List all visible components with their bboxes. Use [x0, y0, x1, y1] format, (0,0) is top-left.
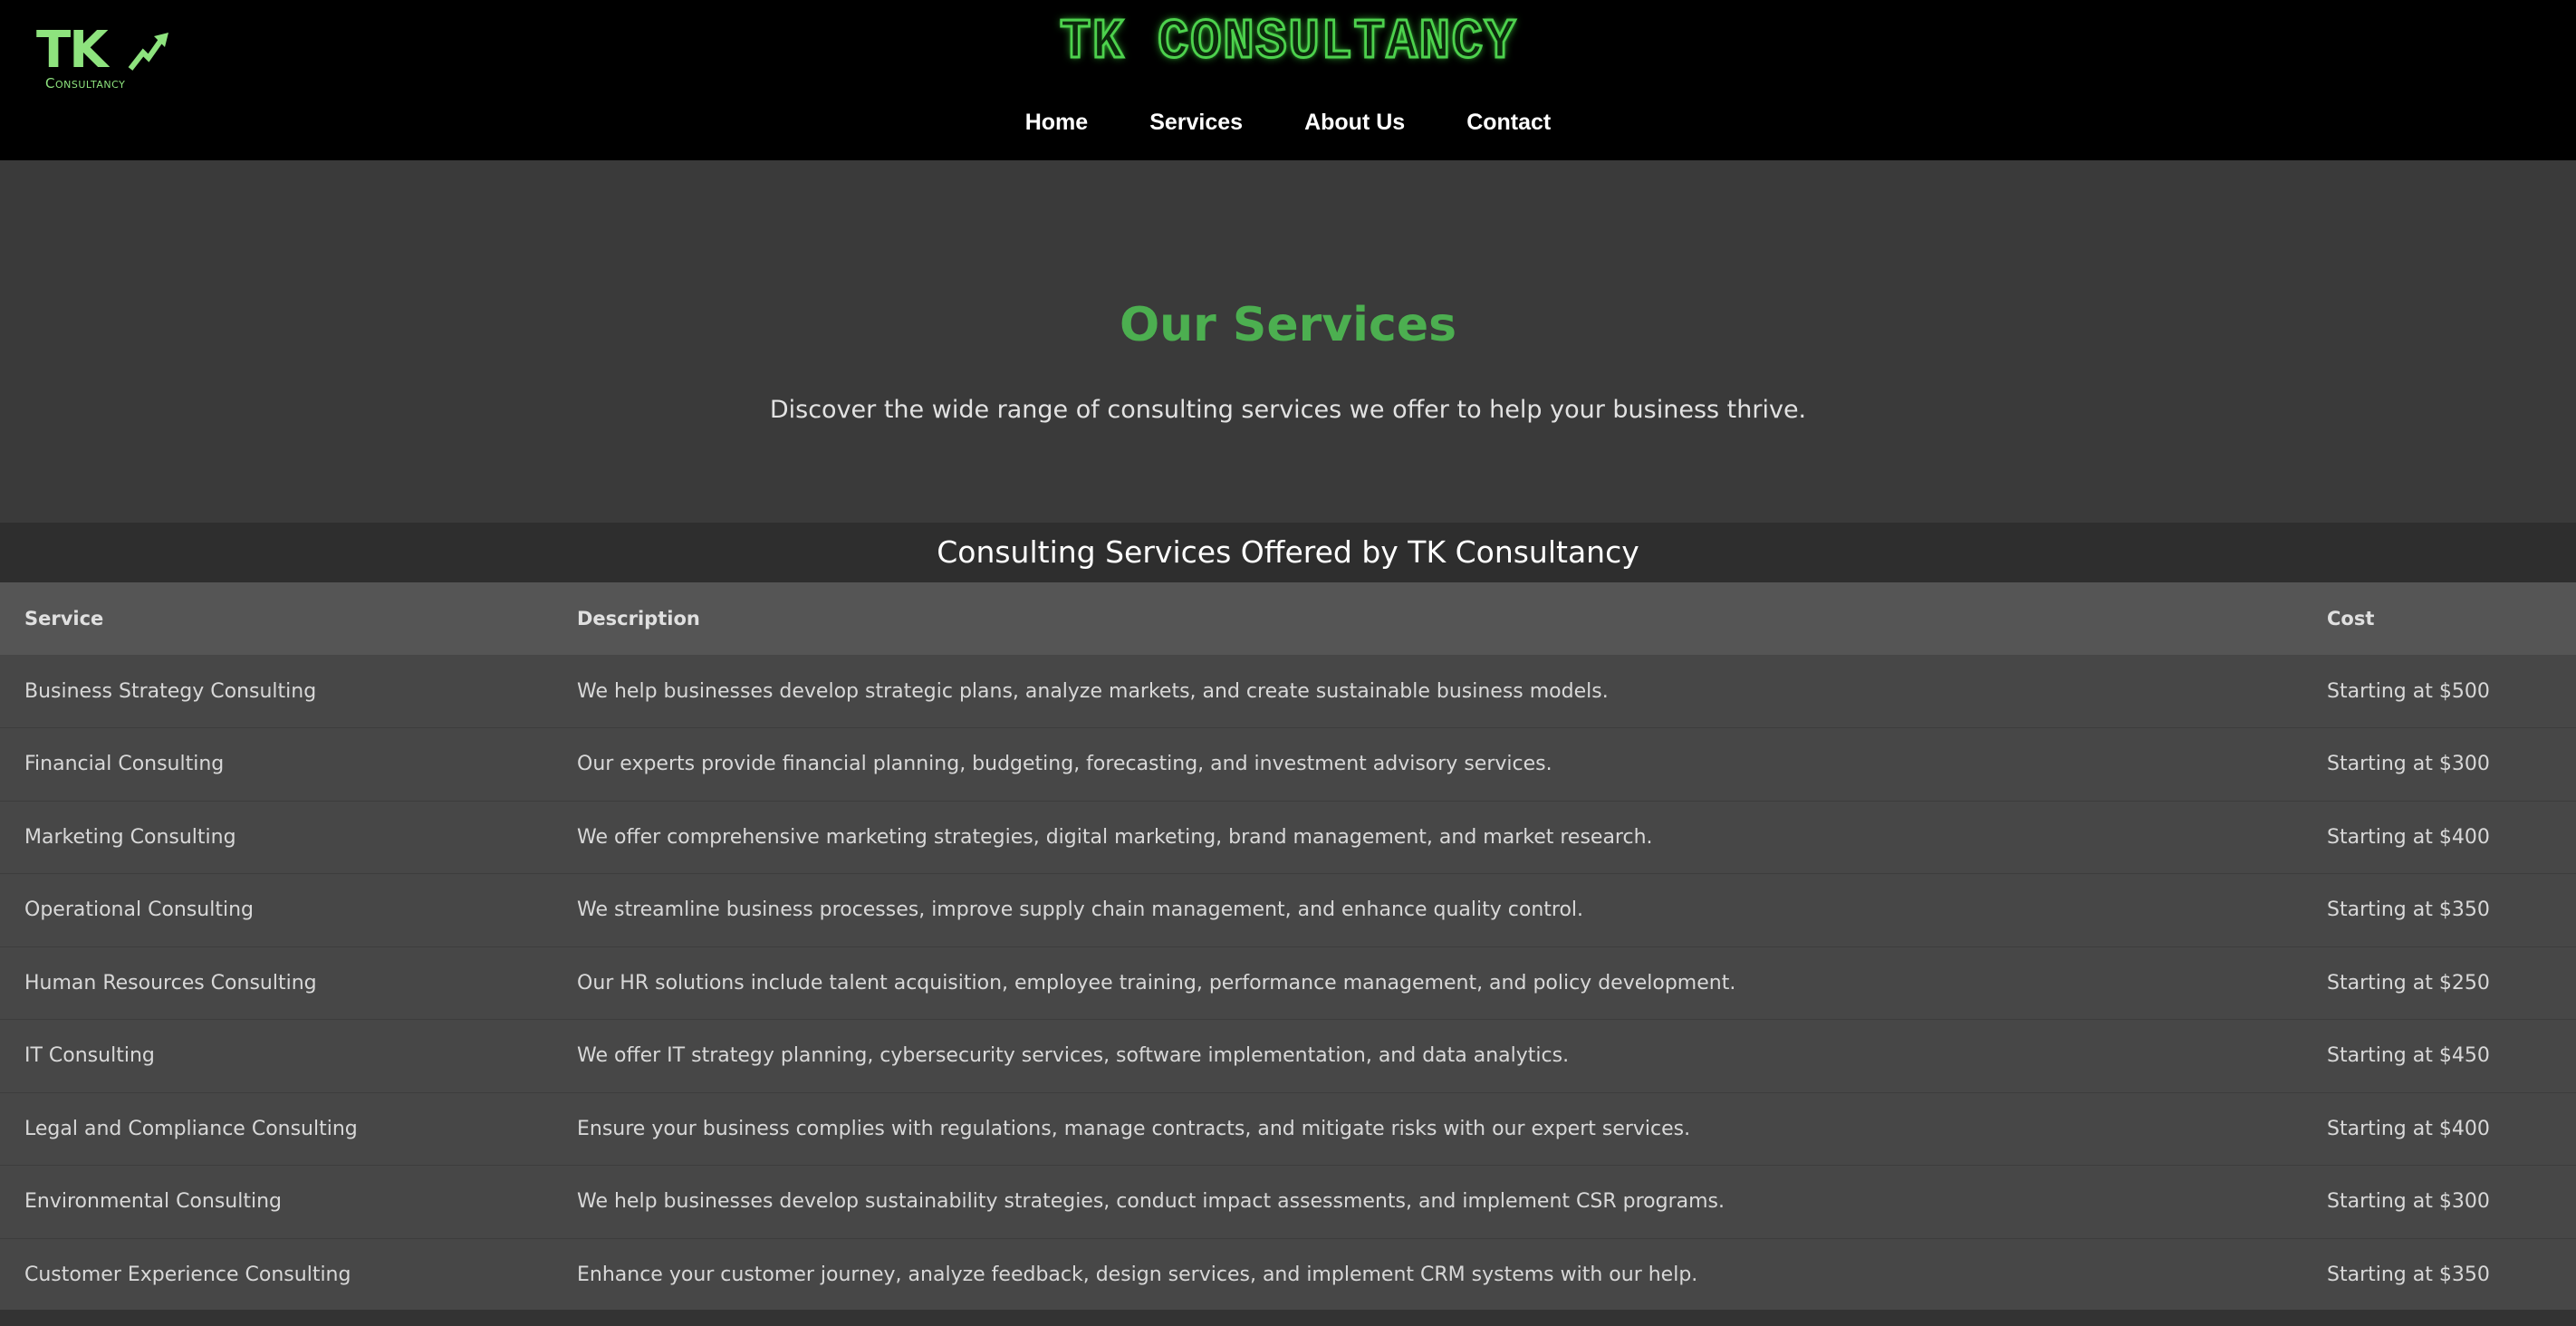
service-description: We offer IT strategy planning, cybersecu…	[577, 1044, 1570, 1068]
service-name: Financial Consulting	[24, 753, 225, 776]
nav-services[interactable]: Services	[1149, 105, 1243, 139]
service-cost: Starting at $450	[2327, 1044, 2490, 1068]
main-nav: Home Services About Us Contact	[0, 105, 2576, 139]
hero-section: Our Services Discover the wide range of …	[0, 160, 2576, 523]
service-description: We help businesses develop strategic pla…	[577, 679, 1609, 703]
service-description: Our HR solutions include talent acquisit…	[577, 971, 1736, 994]
nav-home[interactable]: Home	[1025, 105, 1088, 139]
column-header-cost: Cost	[2327, 608, 2375, 629]
nav-about-us[interactable]: About Us	[1304, 105, 1405, 139]
page-subtitle: Discover the wide range of consulting se…	[769, 396, 1807, 424]
service-name: Legal and Compliance Consulting	[24, 1117, 358, 1140]
table-row: Business Strategy Consulting We help bus…	[0, 655, 2576, 728]
service-cost: Starting at $400	[2327, 1117, 2490, 1140]
service-name: Environmental Consulting	[24, 1190, 282, 1214]
table-row: Customer Experience Consulting Enhance y…	[0, 1238, 2576, 1312]
column-header-service: Service	[24, 608, 104, 629]
column-header-description: Description	[577, 608, 700, 629]
service-description: Enhance your customer journey, analyze f…	[577, 1263, 1698, 1286]
table-caption: Consulting Services Offered by TK Consul…	[0, 523, 2576, 582]
footer-strip	[0, 1310, 2576, 1326]
service-cost: Starting at $250	[2327, 971, 2490, 994]
service-cost: Starting at $300	[2327, 753, 2490, 776]
service-name: Customer Experience Consulting	[24, 1263, 351, 1286]
service-name: Operational Consulting	[24, 898, 254, 922]
service-name: Business Strategy Consulting	[24, 679, 317, 703]
table-row: Environmental Consulting We help busines…	[0, 1165, 2576, 1238]
service-cost: Starting at $500	[2327, 679, 2490, 703]
table-row: Legal and Compliance Consulting Ensure y…	[0, 1092, 2576, 1166]
table-row: IT Consulting We offer IT strategy plann…	[0, 1019, 2576, 1092]
service-description: We help businesses develop sustainabilit…	[577, 1190, 1725, 1214]
table-row: Human Resources Consulting Our HR soluti…	[0, 946, 2576, 1020]
page-title: Our Services	[1119, 298, 1457, 352]
service-cost: Starting at $350	[2327, 898, 2490, 922]
service-cost: Starting at $350	[2327, 1263, 2490, 1286]
table-row: Marketing Consulting We offer comprehens…	[0, 801, 2576, 874]
service-description: Our experts provide financial planning, …	[577, 753, 1552, 776]
site-header: TK Consultancy TK CONSULTANCY Home Servi…	[0, 0, 2576, 160]
table-row: Operational Consulting We streamline bus…	[0, 873, 2576, 946]
service-description: We offer comprehensive marketing strateg…	[577, 825, 1653, 849]
brand-title-wrap: TK CONSULTANCY	[0, 10, 2576, 74]
service-name: IT Consulting	[24, 1044, 155, 1068]
table-row: Financial Consulting Our experts provide…	[0, 727, 2576, 801]
service-cost: Starting at $300	[2327, 1190, 2490, 1214]
service-name: Marketing Consulting	[24, 825, 236, 849]
service-cost: Starting at $400	[2327, 825, 2490, 849]
table-header-row: Service Description Cost	[0, 582, 2576, 655]
service-description: We streamline business processes, improv…	[577, 898, 1584, 922]
logo-subtext: Consultancy	[45, 75, 126, 91]
service-name: Human Resources Consulting	[24, 971, 317, 994]
nav-contact[interactable]: Contact	[1466, 105, 1551, 139]
services-table: Consulting Services Offered by TK Consul…	[0, 523, 2576, 1312]
brand-title: TK CONSULTANCY	[1058, 10, 1517, 74]
service-description: Ensure your business complies with regul…	[577, 1117, 1691, 1140]
